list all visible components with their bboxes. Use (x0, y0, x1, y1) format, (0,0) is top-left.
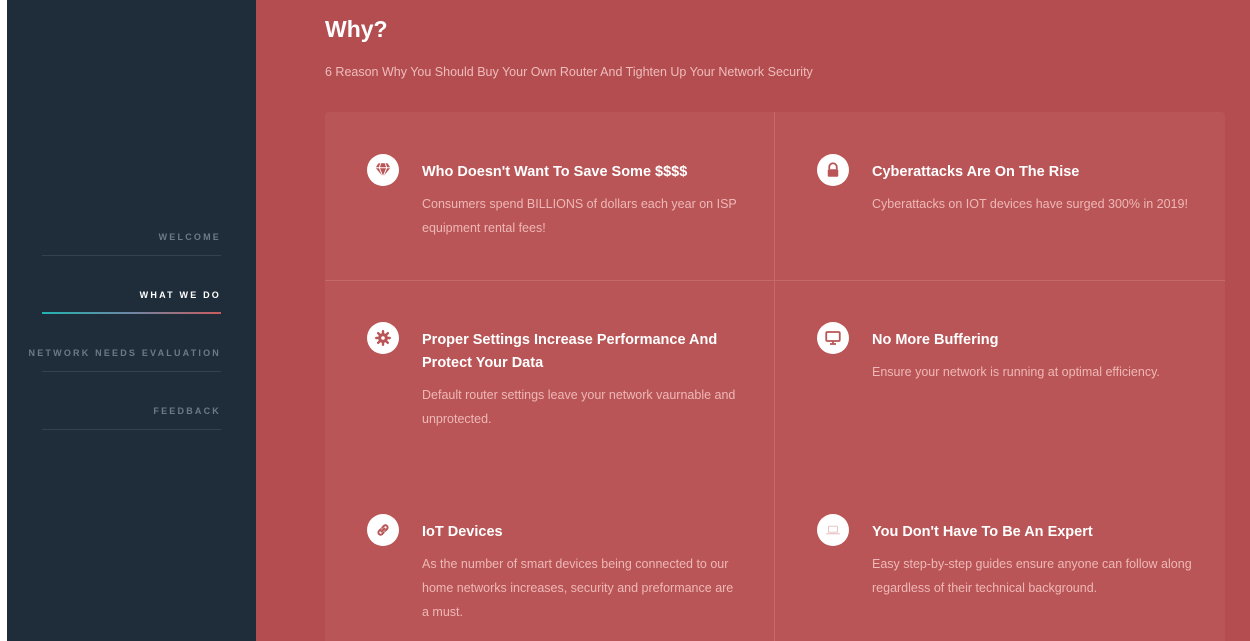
reason-title: Who Doesn't Want To Save Some $$$$ (422, 164, 688, 180)
grid-column-divider (774, 112, 775, 641)
reason-text: Ensure your network is running at optima… (872, 365, 1160, 379)
nav-link-feedback[interactable]: FEEDBACK (153, 406, 221, 416)
window-edge (0, 0, 7, 641)
diamond-icon (367, 154, 399, 186)
nav-divider (42, 255, 221, 256)
reason-text: Cyberattacks on IOT devices have surged … (872, 197, 1188, 211)
page-title: Why? (325, 16, 388, 42)
reason-title: You Don't Have To Be An Expert (872, 524, 1093, 540)
laptop-icon (817, 514, 849, 546)
reason-text: As the number of smart devices being con… (422, 557, 734, 619)
sidebar: WELCOME WHAT WE DO NETWORK NEEDS EVALUAT… (7, 0, 256, 641)
sidebar-item-what-we-do[interactable]: WHAT WE DO (42, 284, 221, 342)
grid-row-divider (325, 280, 1225, 281)
sidebar-item-network-needs-evaluation[interactable]: NETWORK NEEDS EVALUATION (29, 342, 221, 400)
reason-text: Consumers spend BILLIONS of dollars each… (422, 197, 737, 235)
reason-title: Proper Settings Increase Performance And… (422, 332, 718, 371)
sidebar-item-feedback[interactable]: FEEDBACK (42, 400, 221, 458)
monitor-icon (817, 322, 849, 354)
nav-divider (42, 371, 221, 372)
sidebar-item-welcome[interactable]: WELCOME (42, 226, 221, 284)
reason-text: Default router settings leave your netwo… (422, 388, 736, 426)
page-subtitle: 6 Reason Why You Should Buy Your Own Rou… (325, 65, 813, 79)
nav-active-indicator (42, 312, 221, 314)
nav-link-network-needs-evaluation[interactable]: NETWORK NEEDS EVALUATION (29, 348, 221, 358)
nav-link-what-we-do[interactable]: WHAT WE DO (140, 290, 221, 300)
reasons-grid: Who Doesn't Want To Save Some $$$$ Consu… (325, 112, 1225, 641)
reason-title: IoT Devices (422, 524, 503, 540)
link-icon (367, 514, 399, 546)
nav-divider (42, 429, 221, 430)
sidebar-nav: WELCOME WHAT WE DO NETWORK NEEDS EVALUAT… (29, 226, 221, 458)
main-content: Why? 6 Reason Why You Should Buy Your Ow… (256, 0, 1250, 641)
reason-title: No More Buffering (872, 332, 999, 348)
nav-link-welcome[interactable]: WELCOME (159, 232, 221, 242)
reason-text: Easy step-by-step guides ensure anyone c… (872, 557, 1192, 595)
gear-icon (367, 322, 399, 354)
reason-title: Cyberattacks Are On The Rise (872, 164, 1080, 180)
lock-icon (817, 154, 849, 186)
